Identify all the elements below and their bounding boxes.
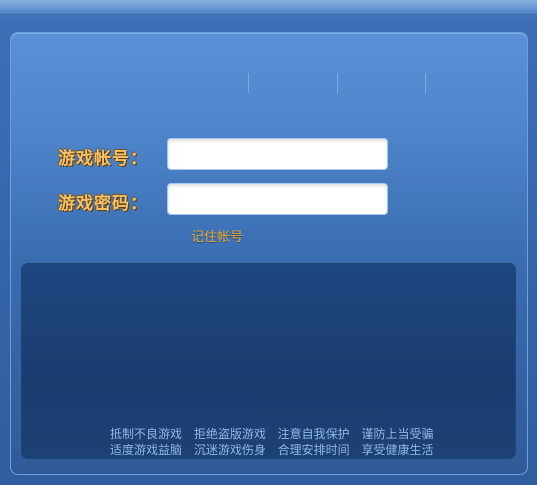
password-input[interactable] xyxy=(167,183,388,215)
nav-separator xyxy=(337,73,338,93)
login-window: 游戏帐号： 游戏密码： 记住帐号 抵制不良游戏 拒绝盗版游戏 注意自我保护 谨防… xyxy=(0,0,537,485)
health-notice-line-2: 适度游戏益脑 沉迷游戏伤身 合理安排时间 享受健康生活 xyxy=(110,443,434,457)
account-label: 游戏帐号： xyxy=(58,149,148,169)
remember-account-toggle[interactable]: 记住帐号 xyxy=(191,226,243,245)
nav-separator xyxy=(425,73,426,93)
password-label: 游戏密码： xyxy=(58,194,148,214)
account-input[interactable] xyxy=(167,138,388,170)
health-notice-line-1: 抵制不良游戏 拒绝盗版游戏 注意自我保护 谨防上当受骗 xyxy=(110,427,434,441)
nav-separator xyxy=(248,73,249,93)
